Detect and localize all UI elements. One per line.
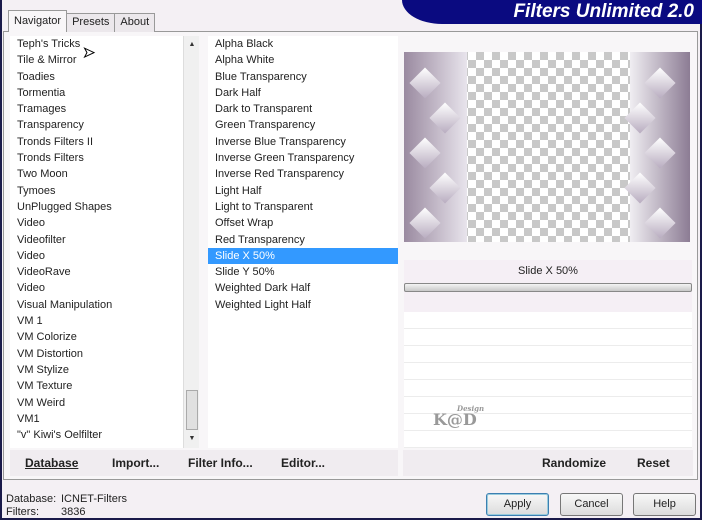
mouse-cursor-icon: ➤ [83,44,96,61]
filter-item[interactable]: Weighted Dark Half [208,280,398,296]
category-item[interactable]: UnPlugged Shapes [10,199,183,215]
filters-count: 3836 [61,506,86,518]
category-item[interactable]: Video [10,248,183,264]
category-item[interactable]: Tramages [10,101,183,117]
tab-bar: Navigator Presets About [8,10,156,32]
filter-item[interactable]: Slide Y 50% [208,264,398,280]
filter-item[interactable]: Weighted Light Half [208,297,398,313]
filter-info-button[interactable]: Filter Info... [188,456,253,470]
filter-item[interactable]: Alpha Black [208,36,398,52]
filter-item[interactable]: Inverse Green Transparency [208,150,398,166]
reset-button[interactable]: Reset [637,456,670,470]
tab-about[interactable]: About [114,13,156,32]
filters-label: Filters: [6,506,39,518]
category-item[interactable]: VM 1 [10,313,183,329]
filter-item[interactable]: Alpha White [208,52,398,68]
tab-presets[interactable]: Presets [66,13,116,32]
database-label: Database: [6,493,57,505]
filter-item[interactable]: Dark to Transparent [208,101,398,117]
preview-button-bar: Randomize Reset [403,450,693,476]
filter-item[interactable]: Slide X 50% [208,247,398,265]
category-list[interactable]: Teph's Tricks Tile & Mirror Toadies Torment… [10,36,183,448]
category-item[interactable]: VM1 [10,411,183,427]
category-item[interactable]: Video [10,215,183,231]
filter-list[interactable]: Alpha Black Alpha White Blue Transparency D… [208,36,398,448]
category-item[interactable]: Two Moon [10,166,183,182]
filter-item[interactable]: Light Half [208,183,398,199]
category-item[interactable]: Tronds Filters II [10,134,183,150]
filter-item[interactable]: Inverse Blue Transparency [208,134,398,150]
scroll-down-arrow-icon[interactable]: ▼ [184,432,200,446]
filter-settings-area: Slide X 50% [404,260,692,312]
category-item[interactable]: Toadies [10,69,183,85]
preview-diamond [409,137,441,169]
filter-item[interactable]: Blue Transparency [208,69,398,85]
category-item[interactable]: Tymoes [10,183,183,199]
preview-diamond [429,102,461,134]
category-item[interactable]: VM Texture [10,378,183,394]
kad-watermark-logo: Design K@D [433,404,485,429]
preview-diamond [409,67,441,99]
category-item[interactable]: Tormentia [10,85,183,101]
filter-item[interactable]: Offset Wrap [208,215,398,231]
filter-item[interactable]: Dark Half [208,85,398,101]
category-item[interactable]: Video [10,280,183,296]
editor-button[interactable]: Editor... [281,456,325,470]
preview-diamond [409,207,441,239]
preview-diamond [624,172,656,204]
database-value: ICNET-Filters [61,493,127,505]
filter-item[interactable]: Green Transparency [208,117,398,133]
app-title-banner: Filters Unlimited 2.0 [402,0,702,24]
randomize-button[interactable]: Randomize [542,456,606,470]
tab-navigator[interactable]: Navigator [8,10,68,32]
preview-diamond [644,207,676,239]
preview-diamond [644,67,676,99]
category-item[interactable]: Tile & Mirror [10,52,183,68]
filter-name-label: Slide X 50% [518,265,578,277]
navigator-button-bar: Database Import... Filter Info... Editor… [10,450,398,476]
scroll-up-arrow-icon[interactable]: ▲ [184,38,200,52]
filter-item[interactable]: Light to Transparent [208,199,398,215]
scroll-thumb[interactable] [186,390,198,430]
category-item[interactable]: VM Distortion [10,346,183,362]
category-item[interactable]: "v" Kiwi's Oelfilter [10,427,183,443]
filter-item[interactable]: Inverse Red Transparency [208,166,398,182]
filter-item[interactable]: Red Transparency [208,232,398,248]
filter-slider[interactable] [404,283,692,292]
category-item[interactable]: VM Weird [10,395,183,411]
preview-diamond [644,137,676,169]
category-item[interactable]: Tronds Filters [10,150,183,166]
cancel-button[interactable]: Cancel [560,493,623,516]
import-button[interactable]: Import... [112,456,159,470]
help-button[interactable]: Help [633,493,696,516]
category-scrollbar[interactable]: ▲ ▼ [183,36,199,448]
category-item[interactable]: VM Colorize [10,329,183,345]
category-item[interactable]: VideoRave [10,264,183,280]
status-info: Database: ICNET-Filters Filters: 3836 [6,493,127,519]
preview-diamond [429,172,461,204]
database-button[interactable]: Database [25,456,78,470]
apply-button[interactable]: Apply [486,493,549,516]
category-item[interactable]: Teph's Tricks [10,36,183,52]
category-item[interactable]: Videofilter [10,232,183,248]
category-item[interactable]: VM Stylize [10,362,183,378]
category-item[interactable]: Transparency [10,117,183,133]
filter-preview [404,52,690,242]
preview-diamond [624,102,656,134]
category-item[interactable]: Visual Manipulation [10,297,183,313]
